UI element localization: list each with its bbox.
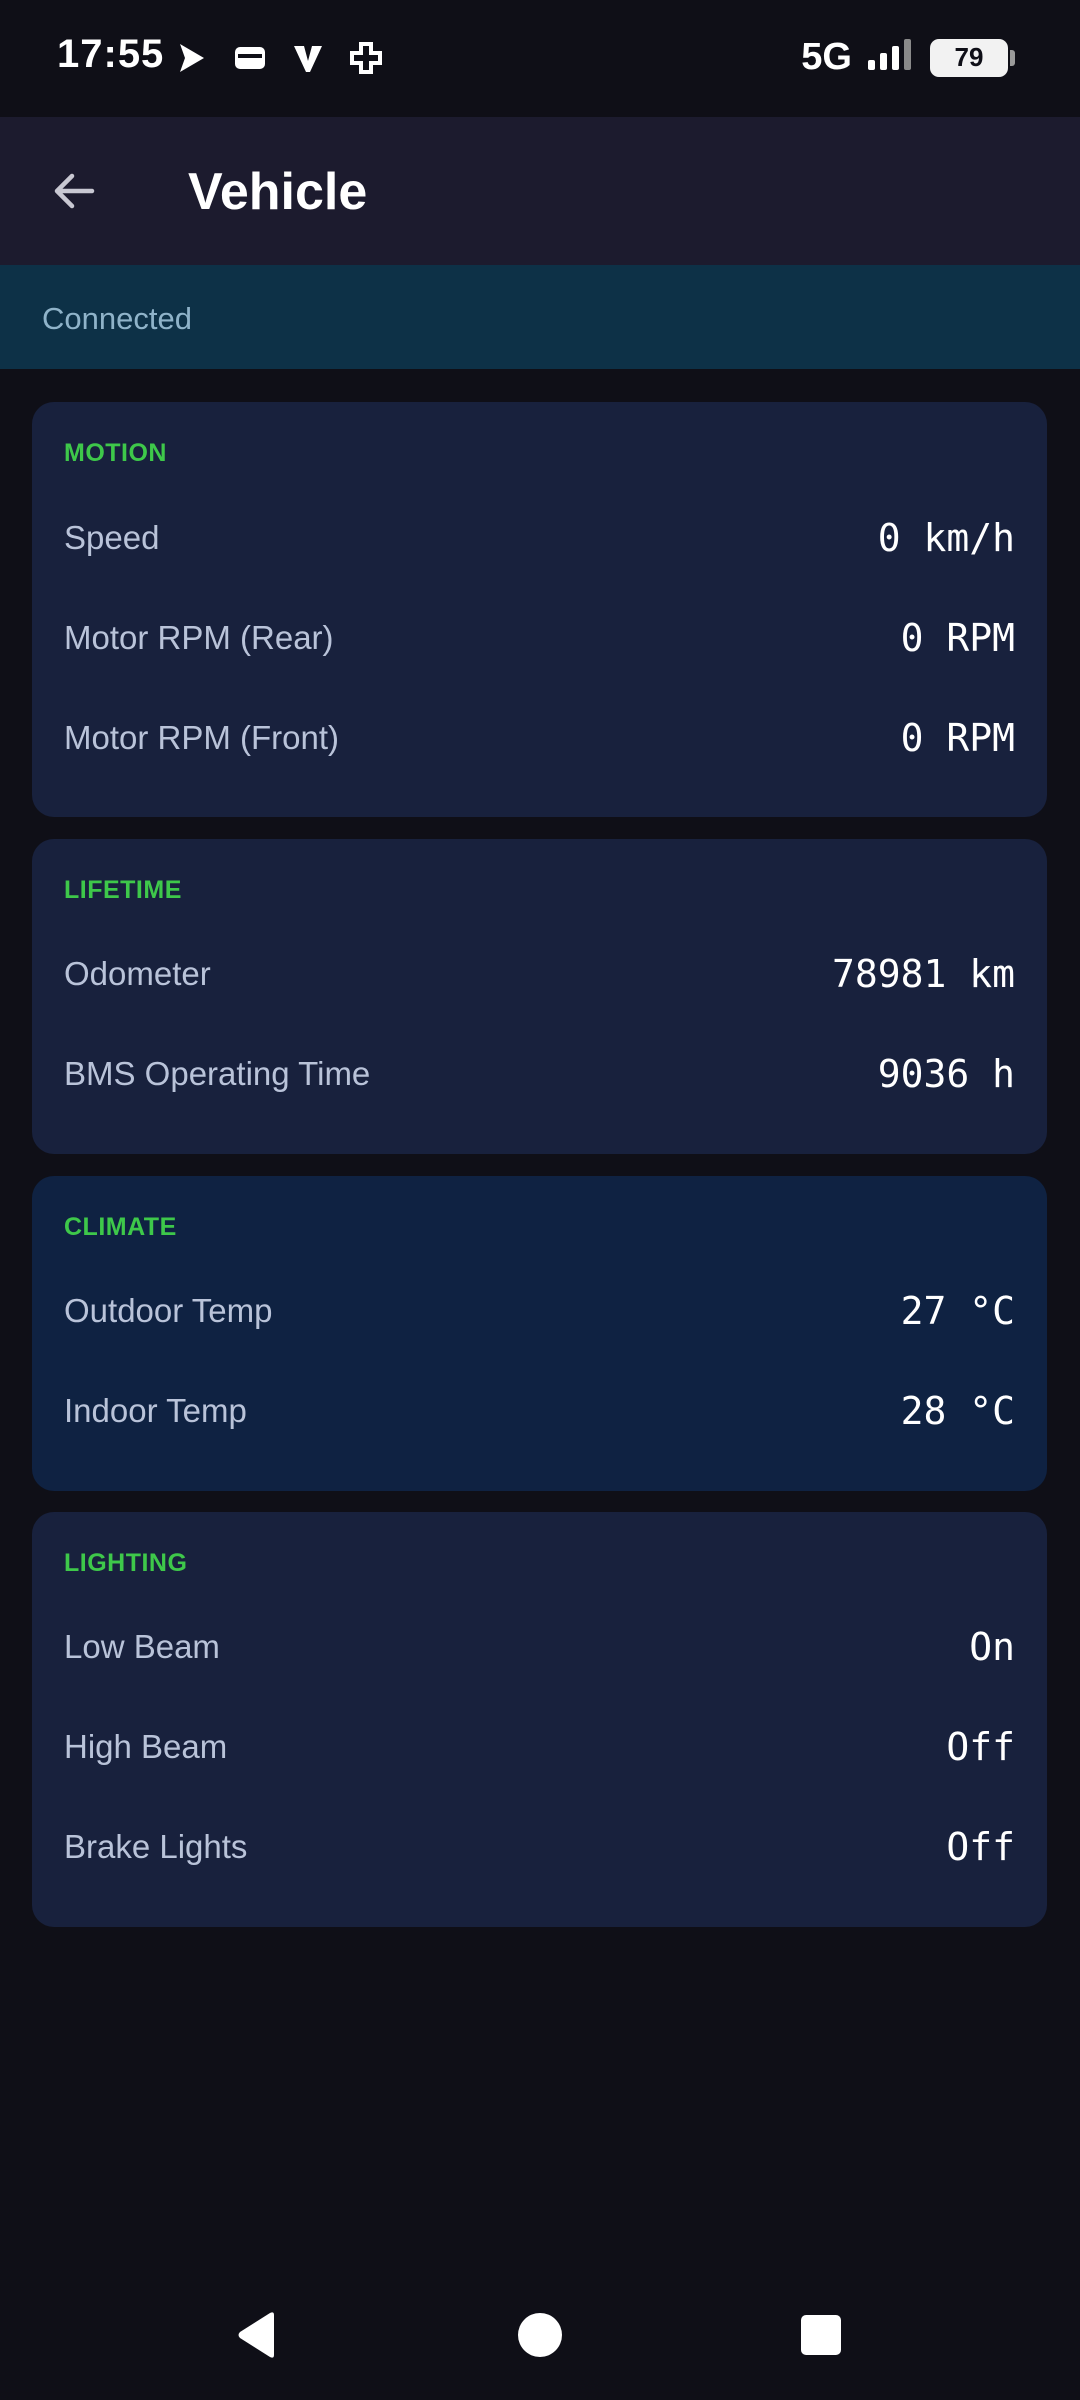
row-label: Brake Lights <box>64 1828 248 1865</box>
lifetime-card: LIFETIME Odometer 78981 km BMS Operating… <box>32 839 1047 1154</box>
row-value: 0 RPM <box>900 716 1015 760</box>
circle-home-icon <box>518 2313 562 2357</box>
arrow-left-icon <box>54 173 95 209</box>
data-row: Low Beam On <box>64 1617 1015 1677</box>
connection-status: Connected <box>42 301 192 336</box>
back-button[interactable] <box>38 155 110 227</box>
row-label: Indoor Temp <box>64 1392 247 1429</box>
section-title: CLIMATE <box>64 1213 177 1241</box>
nav-home-button[interactable] <box>495 2290 585 2380</box>
app-bar: Vehicle <box>0 117 1080 265</box>
page-title: Vehicle <box>188 163 368 221</box>
row-value: 0 RPM <box>900 616 1015 660</box>
row-label: Speed <box>64 519 160 556</box>
section-title: LIFETIME <box>64 876 182 904</box>
row-label: Outdoor Temp <box>64 1292 273 1329</box>
play-store-icon <box>172 38 212 78</box>
data-row: High Beam Off <box>64 1717 1015 1777</box>
row-label: Low Beam <box>64 1628 220 1665</box>
motion-card: MOTION Speed 0 km/h Motor RPM (Rear) 0 R… <box>32 402 1047 817</box>
row-value: 28 °C <box>900 1389 1015 1433</box>
data-row: Odometer 78981 km <box>64 944 1015 1004</box>
signal-icon <box>866 38 916 77</box>
data-row: Motor RPM (Front) 0 RPM <box>64 708 1015 768</box>
row-value: 27 °C <box>900 1289 1015 1333</box>
section-title: MOTION <box>64 439 167 467</box>
row-value: Off <box>946 1825 1015 1869</box>
network-type: 5G <box>801 36 852 78</box>
row-value: 78981 km <box>831 952 1015 996</box>
data-row: Motor RPM (Rear) 0 RPM <box>64 608 1015 668</box>
data-row: Brake Lights Off <box>64 1817 1015 1877</box>
row-value: 0 km/h <box>877 516 1015 560</box>
battery-icon: 79 <box>930 38 1015 77</box>
medical-plus-icon <box>346 38 386 78</box>
row-value: Off <box>946 1725 1015 1769</box>
data-row: Indoor Temp 28 °C <box>64 1381 1015 1441</box>
status-time: 17:55 <box>57 32 165 76</box>
data-row: Speed 0 km/h <box>64 508 1015 568</box>
row-label: Motor RPM (Rear) <box>64 619 334 656</box>
square-recents-icon <box>801 2315 841 2355</box>
data-row: BMS Operating Time 9036 h <box>64 1044 1015 1104</box>
connection-banner: Connected <box>0 265 1080 369</box>
row-label: BMS Operating Time <box>64 1055 371 1092</box>
status-right: 5G 79 <box>801 36 1015 79</box>
system-nav-bar <box>0 2270 1080 2400</box>
row-value: 9036 h <box>877 1052 1015 1096</box>
wallet-icon <box>230 38 270 78</box>
data-row: Outdoor Temp 27 °C <box>64 1281 1015 1341</box>
row-value: On <box>969 1625 1015 1669</box>
v-app-icon <box>288 38 328 78</box>
row-label: High Beam <box>64 1728 228 1765</box>
notification-icons <box>172 38 386 78</box>
climate-card: CLIMATE Outdoor Temp 27 °C Indoor Temp 2… <box>32 1176 1047 1491</box>
row-label: Odometer <box>64 955 211 992</box>
section-title: LIGHTING <box>64 1549 188 1577</box>
lighting-card: LIGHTING Low Beam On High Beam Off Brake… <box>32 1512 1047 1927</box>
nav-back-button[interactable] <box>213 2290 303 2380</box>
triangle-back-icon <box>238 2312 274 2358</box>
row-label: Motor RPM (Front) <box>64 719 340 756</box>
nav-recents-button[interactable] <box>776 2290 866 2380</box>
status-bar: 17:55 5G 79 <box>0 0 1080 117</box>
